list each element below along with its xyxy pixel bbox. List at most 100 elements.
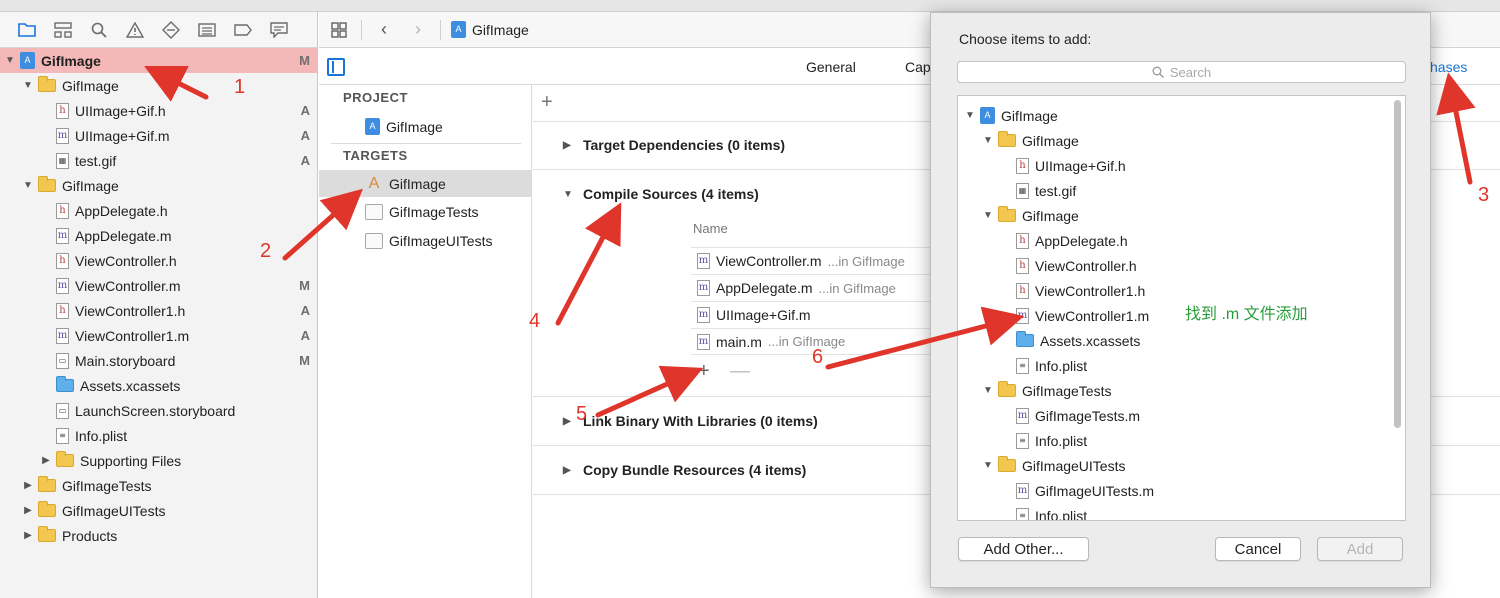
navigator-item[interactable]: m ViewController.m M	[0, 273, 318, 298]
warning-icon[interactable]	[124, 19, 146, 41]
navigator-item[interactable]: h UIImage+Gif.h A	[0, 98, 318, 123]
disclosure-open-icon[interactable]: ▼	[4, 55, 16, 66]
file-list-item[interactable]: ▼ GifImage	[958, 128, 1388, 153]
navigator-item[interactable]: h AppDelegate.h	[0, 198, 318, 223]
file-list-item[interactable]: ▼ GifImage	[958, 203, 1388, 228]
h-file-icon: h	[56, 302, 69, 319]
target-item-gifimageuitests[interactable]: GifImageUITests	[319, 227, 531, 254]
file-list-item[interactable]: ▦ test.gif	[958, 178, 1388, 203]
navigator-item[interactable]: ▶ Products	[0, 523, 318, 548]
file-list-item[interactable]: Assets.xcassets	[958, 328, 1388, 353]
disclosure-open-icon[interactable]: ▼	[982, 210, 994, 221]
phase-target-dependencies[interactable]: ▶ Target Dependencies (0 items)	[563, 137, 785, 153]
file-list-item[interactable]: m GifImageUITests.m	[958, 478, 1388, 503]
project-item[interactable]: A GifImage	[319, 113, 531, 140]
navigator-item[interactable]: ▼ A GifImage M	[0, 48, 318, 73]
navigator-item[interactable]: ▭ Main.storyboard M	[0, 348, 318, 373]
navigator-item[interactable]: ≡ Info.plist	[0, 423, 318, 448]
disclosure-open-icon[interactable]: ▼	[982, 135, 994, 146]
phase-link-binary[interactable]: ▶ Link Binary With Libraries (0 items)	[563, 413, 818, 429]
cancel-button[interactable]: Cancel	[1215, 537, 1301, 561]
m-file-icon: m	[697, 280, 710, 296]
navigator-item[interactable]: m ViewController1.m A	[0, 323, 318, 348]
scm-status-badge: A	[300, 303, 310, 318]
scm-status-badge: A	[300, 103, 310, 118]
source-row[interactable]: m ViewController.m ...in GifImage	[691, 247, 931, 274]
file-list-item[interactable]: h ViewController1.h	[958, 278, 1388, 303]
sidebar-toggle-icon[interactable]	[327, 58, 345, 76]
file-list-item[interactable]: ▼ GifImageUITests	[958, 453, 1388, 478]
tab-capabilities[interactable]: Cap	[905, 59, 931, 75]
add-source-button[interactable]: +	[698, 360, 710, 383]
navigator-item[interactable]: ▶ GifImageTests	[0, 473, 318, 498]
navigator-item-label: LaunchScreen.storyboard	[75, 402, 236, 419]
breadcrumb[interactable]: A GifImage	[451, 21, 529, 38]
target-label: GifImage	[389, 175, 446, 192]
navigator-item[interactable]: h ViewController1.h A	[0, 298, 318, 323]
folder-icon	[38, 501, 56, 517]
related-items-icon[interactable]	[327, 18, 351, 42]
navigator-item[interactable]: ▶ Supporting Files	[0, 448, 318, 473]
file-list-item[interactable]: ≡ Info.plist	[958, 353, 1388, 378]
remove-source-button[interactable]: —	[730, 360, 750, 383]
file-list-item[interactable]: m GifImageTests.m	[958, 403, 1388, 428]
file-list-item[interactable]: m ViewController1.m	[958, 303, 1388, 328]
disclosure-open-icon[interactable]: ▼	[22, 80, 34, 91]
disclosure-closed-icon[interactable]: ▶	[563, 140, 573, 151]
source-path: ...in GifImage	[767, 334, 846, 349]
navigator-item[interactable]: ▼ GifImage	[0, 73, 318, 98]
target-item-gifimage[interactable]: A GifImage	[319, 170, 531, 197]
add-phase-button[interactable]: +	[541, 91, 553, 114]
navigator-item[interactable]: ▼ GifImage	[0, 173, 318, 198]
navigator-item[interactable]: ▶ GifImageUITests	[0, 498, 318, 523]
disclosure-closed-icon[interactable]: ▶	[22, 530, 34, 541]
target-item-gifimagetests[interactable]: GifImageTests	[319, 198, 531, 225]
test-icon[interactable]	[160, 19, 182, 41]
navigator-item[interactable]: ▦ test.gif A	[0, 148, 318, 173]
phase-copy-bundle[interactable]: ▶ Copy Bundle Resources (4 items)	[563, 462, 806, 478]
column-header-name[interactable]: Name	[693, 221, 728, 236]
add-other-button[interactable]: Add Other...	[958, 537, 1089, 561]
navigator-item[interactable]: ▭ LaunchScreen.storyboard	[0, 398, 318, 423]
folder-icon[interactable]	[16, 19, 38, 41]
debug-icon[interactable]	[196, 19, 218, 41]
hierarchy-icon[interactable]	[52, 19, 74, 41]
search-icon[interactable]	[88, 19, 110, 41]
disclosure-open-icon[interactable]: ▼	[982, 460, 994, 471]
back-chevron-icon[interactable]: ‹	[372, 18, 396, 42]
source-row[interactable]: m AppDelegate.m ...in GifImage	[691, 274, 931, 301]
add-button[interactable]: Add	[1317, 537, 1403, 561]
vertical-scrollbar[interactable]	[1394, 100, 1401, 428]
disclosure-open-icon[interactable]: ▼	[982, 385, 994, 396]
file-list-item[interactable]: ▼ GifImageTests	[958, 378, 1388, 403]
file-list-item[interactable]: h AppDelegate.h	[958, 228, 1388, 253]
file-list-item[interactable]: ≡ Info.plist	[958, 428, 1388, 453]
folder-icon	[38, 526, 56, 542]
phase-label: Link Binary With Libraries (0 items)	[583, 413, 818, 429]
disclosure-closed-icon[interactable]: ▶	[563, 465, 573, 476]
phase-label: Target Dependencies (0 items)	[583, 137, 786, 153]
disclosure-open-icon[interactable]: ▼	[964, 110, 976, 121]
navigator-item[interactable]: m UIImage+Gif.m A	[0, 123, 318, 148]
report-icon[interactable]	[268, 19, 290, 41]
phase-compile-sources[interactable]: ▼ Compile Sources (4 items)	[563, 186, 759, 202]
navigator-item[interactable]: Assets.xcassets	[0, 373, 318, 398]
file-list-item[interactable]: h ViewController.h	[958, 253, 1388, 278]
breakpoint-icon[interactable]	[232, 19, 254, 41]
tab-build-phases[interactable]: hases	[1430, 59, 1467, 75]
asset-catalog-icon	[56, 376, 74, 392]
file-list-item[interactable]: ≡ Info.plist	[958, 503, 1388, 520]
source-row[interactable]: m UIImage+Gif.m	[691, 301, 931, 328]
disclosure-open-icon[interactable]: ▼	[563, 189, 573, 200]
file-list-item[interactable]: ▼ A GifImage	[958, 103, 1388, 128]
disclosure-closed-icon[interactable]: ▶	[22, 505, 34, 516]
source-row[interactable]: m main.m ...in GifImage	[691, 328, 931, 355]
forward-chevron-icon[interactable]: ›	[406, 18, 430, 42]
disclosure-closed-icon[interactable]: ▶	[40, 455, 52, 466]
file-list-item[interactable]: h UIImage+Gif.h	[958, 153, 1388, 178]
disclosure-closed-icon[interactable]: ▶	[563, 416, 573, 427]
search-field[interactable]: Search	[957, 61, 1406, 83]
disclosure-closed-icon[interactable]: ▶	[22, 480, 34, 491]
tab-general[interactable]: General	[806, 59, 856, 75]
disclosure-open-icon[interactable]: ▼	[22, 180, 34, 191]
